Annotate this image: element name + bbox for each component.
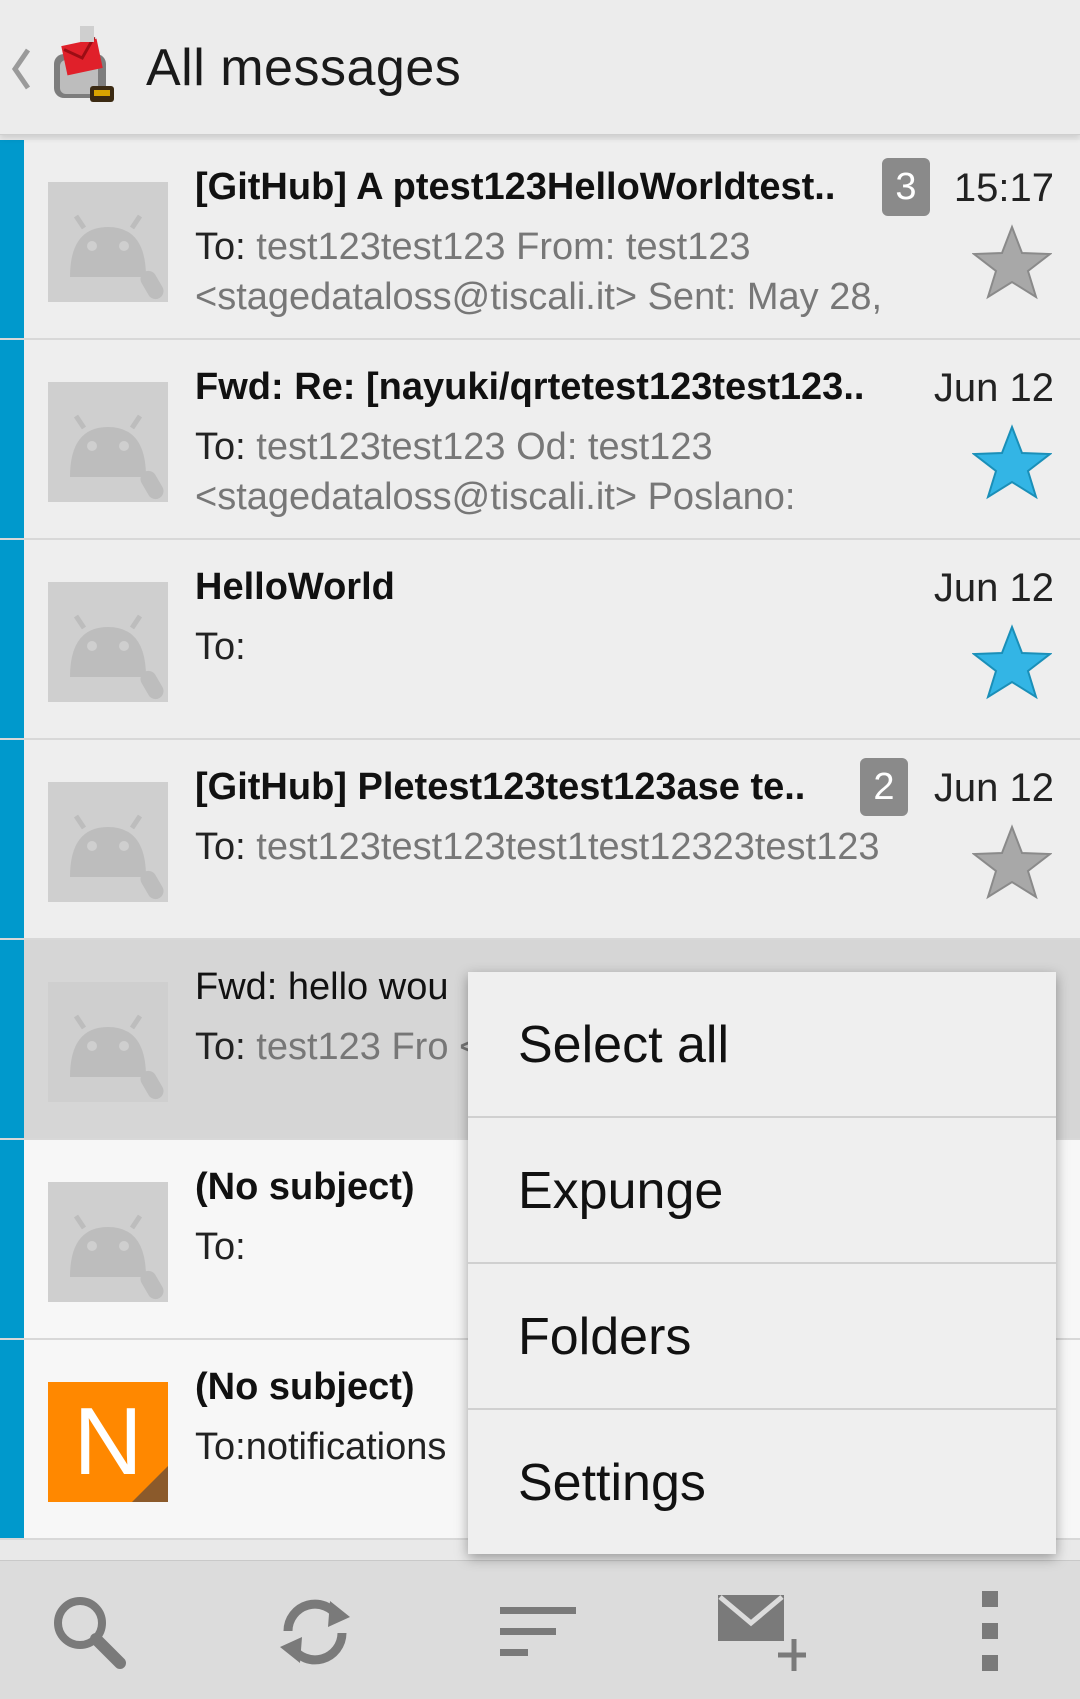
message-preview: To: test123test123 Od: test123 <stagedat… (195, 422, 965, 522)
compose-icon[interactable] (716, 1587, 806, 1677)
message-subject: (No subject) (195, 1166, 415, 1208)
search-icon[interactable] (44, 1587, 134, 1677)
message-row[interactable]: [GitHub] Pletest123test123ase te.. 2 Jun… (0, 740, 1080, 940)
unread-indicator (0, 940, 24, 1138)
message-date: Jun 12 (933, 566, 1054, 610)
to-label: To: (195, 226, 246, 268)
menu-item-settings[interactable]: Settings (468, 1410, 1056, 1556)
overflow-icon[interactable] (946, 1587, 1036, 1677)
preview-text: notifications (245, 1426, 447, 1468)
message-preview: To: test123test123test1test12323test123 (195, 822, 965, 872)
thread-count-badge: 3 (882, 158, 930, 216)
bottom-toolbar (0, 1560, 1080, 1699)
message-subject: Fwd: Re: [nayuki/qrtetest123test123.. (195, 366, 865, 408)
to-label: To: (195, 1426, 246, 1468)
to-label: To: (195, 1226, 246, 1268)
to-label: To: (195, 426, 246, 468)
unread-indicator (0, 340, 24, 538)
unread-indicator (0, 1140, 24, 1338)
avatar-fold-corner (132, 1466, 168, 1502)
star-icon[interactable] (972, 824, 1052, 900)
contact-avatar[interactable] (48, 982, 168, 1102)
message-preview: To: test123test123 From: test123 <staged… (195, 222, 965, 322)
contact-avatar[interactable] (48, 382, 168, 502)
message-preview: To: (195, 622, 965, 672)
message-date: 15:17 (953, 166, 1054, 210)
message-subject: [GitHub] A ptest123HelloWorldtest.. (195, 166, 836, 208)
unread-indicator (0, 140, 24, 338)
contact-avatar[interactable] (48, 182, 168, 302)
unread-indicator (0, 540, 24, 738)
preview-text: test123test123 Od: test123 <stagedatalos… (195, 426, 796, 518)
message-subject: (No subject) (195, 1366, 415, 1408)
action-bar: All messages (0, 0, 1080, 135)
message-row[interactable]: Fwd: Re: [nayuki/qrtetest123test123.. Ju… (0, 340, 1080, 540)
app-logo-icon[interactable] (46, 24, 122, 110)
menu-item-expunge[interactable]: Expunge (468, 1118, 1056, 1264)
message-subject: [GitHub] Pletest123test123ase te.. (195, 766, 806, 808)
preview-text: test123test123 From: test123 <stagedatal… (195, 226, 883, 318)
page-title: All messages (146, 39, 462, 97)
message-subject: HelloWorld (195, 566, 395, 608)
to-label: To: (195, 826, 246, 868)
contact-avatar-letter[interactable]: N (48, 1382, 168, 1502)
preview-text: test123test123test1test12323test123 (256, 826, 880, 868)
star-icon[interactable] (972, 624, 1052, 700)
menu-item-folders[interactable]: Folders (468, 1264, 1056, 1410)
message-subject: Fwd: hello wou (195, 966, 449, 1008)
unread-indicator (0, 1340, 24, 1538)
menu-item-select-all[interactable]: Select all (468, 972, 1056, 1118)
contact-avatar[interactable] (48, 1182, 168, 1302)
message-row[interactable]: HelloWorld Jun 12 To: (0, 540, 1080, 740)
star-icon[interactable] (972, 424, 1052, 500)
contact-avatar[interactable] (48, 582, 168, 702)
to-label: To: (195, 626, 246, 668)
message-row[interactable]: [GitHub] A ptest123HelloWorldtest.. 3 15… (0, 140, 1080, 340)
unread-indicator (0, 740, 24, 938)
contact-avatar[interactable] (48, 782, 168, 902)
overflow-menu: Select all Expunge Folders Settings (468, 972, 1056, 1554)
message-date: Jun 12 (933, 766, 1054, 810)
refresh-icon[interactable] (270, 1587, 360, 1677)
back-chevron-icon[interactable] (10, 46, 32, 92)
thread-count-badge: 2 (860, 758, 908, 816)
star-icon[interactable] (972, 224, 1052, 300)
message-date: Jun 12 (933, 366, 1054, 410)
sort-icon[interactable] (496, 1587, 586, 1677)
to-label: To: (195, 1026, 246, 1068)
